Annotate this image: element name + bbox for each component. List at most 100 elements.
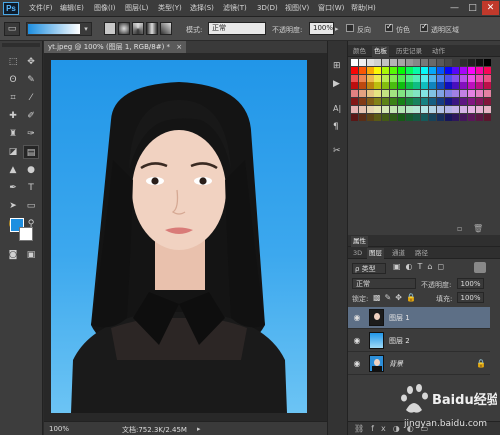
color-swatch[interactable]: [444, 82, 452, 90]
quick-select-tool-icon[interactable]: ✎: [23, 73, 39, 87]
character-panel-icon[interactable]: A|: [333, 104, 343, 114]
reverse-checkbox[interactable]: [346, 24, 354, 32]
color-swatch[interactable]: [475, 98, 483, 105]
restore-button[interactable]: □: [464, 1, 481, 15]
color-swatch[interactable]: [429, 66, 436, 74]
layer-filter-select[interactable]: ρ 类型: [352, 263, 386, 274]
color-swatch[interactable]: [358, 82, 366, 90]
color-swatch[interactable]: [444, 59, 452, 66]
color-swatch[interactable]: [405, 105, 413, 113]
swatch-grid[interactable]: [351, 59, 493, 123]
type-tool-icon[interactable]: T: [23, 181, 39, 195]
fill-input[interactable]: 100%: [457, 292, 484, 303]
color-swatch[interactable]: [468, 59, 475, 66]
color-swatch[interactable]: [366, 66, 374, 74]
history-panel-icon[interactable]: ⊞: [333, 61, 343, 71]
menu-layer[interactable]: 图层(L): [125, 3, 148, 14]
color-swatch[interactable]: [358, 113, 366, 121]
angle-gradient-button[interactable]: [132, 22, 144, 35]
color-swatch[interactable]: [366, 105, 374, 113]
color-swatch[interactable]: [413, 105, 421, 113]
pen-tool-icon[interactable]: ✒: [5, 181, 21, 195]
color-swatch[interactable]: [468, 90, 475, 98]
color-swatch[interactable]: [483, 90, 491, 98]
color-swatch[interactable]: [460, 90, 468, 98]
color-swatch[interactable]: [475, 66, 483, 74]
gradient-tool-icon[interactable]: ▤: [23, 145, 39, 159]
gradient-tool-preset-icon[interactable]: ▭: [4, 22, 20, 36]
color-swatch[interactable]: [460, 113, 468, 121]
quick-mask-icon[interactable]: ◙: [5, 248, 21, 262]
color-swatch[interactable]: [413, 66, 421, 74]
color-swatch[interactable]: [436, 98, 444, 105]
screen-mode-icon[interactable]: ▣: [23, 248, 39, 262]
color-swatch[interactable]: [483, 59, 491, 66]
color-swatch[interactable]: [405, 113, 413, 121]
menu-image[interactable]: 图像(I): [94, 3, 116, 14]
color-swatch[interactable]: [358, 90, 366, 98]
color-swatch[interactable]: [390, 113, 397, 121]
color-swatch[interactable]: [374, 66, 382, 74]
tab-3d[interactable]: 3D: [351, 248, 364, 259]
color-swatch[interactable]: [374, 59, 382, 66]
color-swatch[interactable]: [460, 82, 468, 90]
color-swatch[interactable]: [444, 66, 452, 74]
color-swatch[interactable]: [397, 90, 405, 98]
tab-properties[interactable]: 属性: [351, 236, 368, 247]
menu-view[interactable]: 视图(V): [285, 3, 309, 14]
color-swatch[interactable]: [452, 59, 460, 66]
radial-gradient-button[interactable]: [118, 22, 130, 35]
move-tool-icon[interactable]: ✥: [23, 55, 39, 69]
mode-select[interactable]: 正常: [208, 22, 266, 35]
color-swatch[interactable]: [366, 59, 374, 66]
color-swatch[interactable]: [483, 74, 491, 82]
color-swatch[interactable]: [429, 74, 436, 82]
color-swatch[interactable]: [397, 59, 405, 66]
color-swatch[interactable]: [452, 105, 460, 113]
minimize-button[interactable]: —: [446, 1, 463, 15]
color-swatch[interactable]: [475, 74, 483, 82]
color-swatch[interactable]: [452, 82, 460, 90]
color-swatch[interactable]: [483, 113, 491, 121]
menu-file[interactable]: 文件(F): [29, 3, 53, 14]
canvas-area[interactable]: [44, 53, 344, 421]
color-swatch[interactable]: [390, 66, 397, 74]
marquee-tool-icon[interactable]: ⬚: [5, 55, 21, 69]
color-swatch[interactable]: [429, 105, 436, 113]
color-swatch[interactable]: [351, 59, 358, 66]
color-swatch[interactable]: [390, 59, 397, 66]
color-swatch[interactable]: [358, 98, 366, 105]
path-selection-tool-icon[interactable]: ➤: [5, 199, 21, 213]
color-swatch[interactable]: [374, 113, 382, 121]
layer-opacity-input[interactable]: 100%: [457, 278, 484, 289]
color-swatch[interactable]: [460, 66, 468, 74]
tab-history[interactable]: 历史记录: [394, 46, 424, 57]
color-swatch[interactable]: [405, 66, 413, 74]
menu-type[interactable]: 类型(Y): [158, 3, 182, 14]
color-swatch[interactable]: [382, 74, 390, 82]
color-swatch[interactable]: [374, 105, 382, 113]
color-swatch[interactable]: [436, 90, 444, 98]
transparency-checkbox[interactable]: [420, 22, 428, 32]
color-swatch[interactable]: [374, 82, 382, 90]
color-swatch[interactable]: [468, 105, 475, 113]
color-swatch[interactable]: [351, 105, 358, 113]
color-swatch[interactable]: [468, 98, 475, 105]
color-swatch[interactable]: [421, 105, 429, 113]
color-swatch[interactable]: [421, 82, 429, 90]
lasso-tool-icon[interactable]: ʘ: [5, 73, 21, 87]
color-swatch[interactable]: [413, 90, 421, 98]
crop-tool-icon[interactable]: ⌗: [5, 91, 21, 105]
filter-toggle-icon[interactable]: [474, 262, 486, 273]
color-swatch[interactable]: [351, 90, 358, 98]
color-swatch[interactable]: [358, 66, 366, 74]
color-swatch[interactable]: [390, 82, 397, 90]
color-swatch[interactable]: [358, 59, 366, 66]
menu-edit[interactable]: 编辑(E): [60, 3, 84, 14]
delete-swatch-icon[interactable]: 🗑: [473, 224, 483, 233]
tab-paths[interactable]: 路径: [413, 248, 430, 259]
color-swatch[interactable]: [475, 90, 483, 98]
tab-swatches[interactable]: 色板: [372, 46, 389, 57]
color-swatch[interactable]: [444, 113, 452, 121]
layer-name[interactable]: 图层 2: [389, 336, 410, 346]
